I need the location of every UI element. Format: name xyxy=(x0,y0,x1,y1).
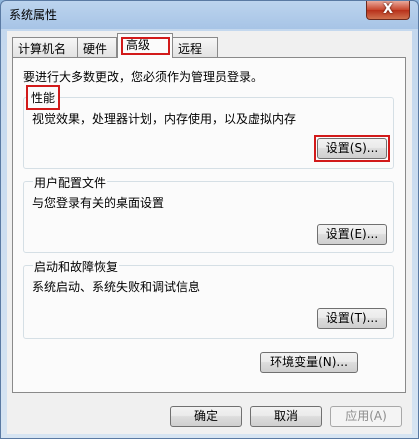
user-profiles-group-title: 用户配置文件 xyxy=(33,174,108,191)
startup-recovery-group-title: 启动和故障恢复 xyxy=(33,258,120,275)
tab-computer-name[interactable]: 计算机名 xyxy=(12,37,78,57)
tab-remote[interactable]: 远程 xyxy=(172,37,218,57)
startup-recovery-group: 启动和故障恢复 系统启动、系统失败和调试信息 设置(T)... xyxy=(23,258,394,339)
user-profiles-group: 用户配置文件 与您登录有关的桌面设置 设置(E)... xyxy=(23,174,394,253)
user-profiles-settings-button[interactable]: 设置(E)... xyxy=(317,224,387,245)
system-properties-window: 系统属性 X 计算机名 硬件 高级 远程 要进行大多数更改，您必须作为管理员登录… xyxy=(0,0,419,439)
user-profiles-description: 与您登录有关的桌面设置 xyxy=(32,196,165,210)
ok-button[interactable]: 确定 xyxy=(170,406,242,427)
title-bar[interactable]: 系统属性 X xyxy=(1,1,418,25)
performance-group: 性能 视觉效果，处理器计划，内存使用，以及虚拟内存 设置(S)... xyxy=(23,85,394,169)
environment-variables-button[interactable]: 环境变量(N)... xyxy=(260,352,358,373)
tab-hardware[interactable]: 硬件 xyxy=(77,37,117,57)
cancel-button[interactable]: 取消 xyxy=(250,406,322,427)
startup-recovery-settings-button[interactable]: 设置(T)... xyxy=(317,308,387,329)
tab-advanced[interactable]: 高级 xyxy=(117,33,173,58)
performance-description: 视觉效果，处理器计划，内存使用，以及虚拟内存 xyxy=(32,112,297,126)
close-icon: X xyxy=(382,2,394,17)
admin-notice: 要进行大多数更改，您必须作为管理员登录。 xyxy=(23,70,264,84)
window-title: 系统属性 xyxy=(9,8,58,22)
dialog-client: 计算机名 硬件 高级 远程 要进行大多数更改，您必须作为管理员登录。 性能 视觉… xyxy=(7,31,412,434)
apply-button[interactable]: 应用(A) xyxy=(330,406,402,427)
close-button[interactable]: X xyxy=(366,1,410,20)
performance-settings-button[interactable]: 设置(S)... xyxy=(314,135,390,162)
startup-recovery-description: 系统启动、系统失败和调试信息 xyxy=(32,280,201,294)
performance-group-title: 性能 xyxy=(26,85,61,110)
